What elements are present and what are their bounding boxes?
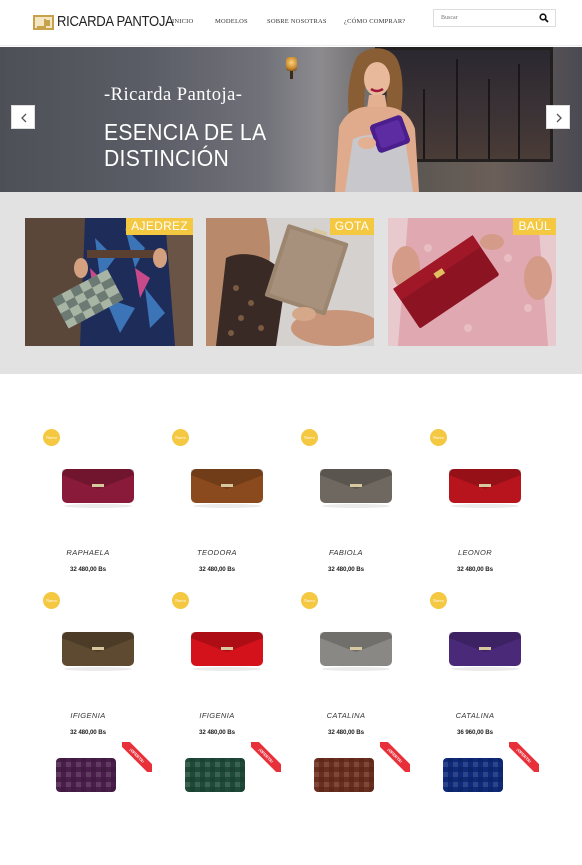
hero-title: ESENCIA DE LA DISTINCIÓN [104,119,267,171]
sale-ribbon-label: ¡OFERTA! [509,742,539,772]
search-input[interactable] [434,10,534,26]
product-price: 32 480,00 Bs [70,729,106,736]
nav-como-comprar[interactable]: ¿CÓMO COMPRAR? [344,18,406,25]
category-card-ajedrez[interactable]: AJEDREZ [25,218,193,346]
hero-slider: -Ricarda Pantoja- ESENCIA DE LA DISTINCI… [0,47,582,192]
product-price: 36 960,00 Bs [457,729,493,736]
nav-inicio[interactable]: INICIO [172,18,193,25]
product-grid: Nuevo RAPHAELA 32 480,00 Bs Nuevo TEODORA 32 … [0,374,582,865]
product-card[interactable]: Nuevo CATALINA 32 480,00 Bs [292,592,412,736]
product-name[interactable]: CATALINA [415,711,535,720]
category-ajedrez-image [25,218,193,346]
new-badge: Nuevo [430,592,447,609]
product-card[interactable]: Nuevo RAPHAELA 32 480,00 Bs [34,429,154,573]
product-card[interactable]: Nuevo IFIGENIA 32 480,00 Bs [34,592,154,736]
product-card[interactable]: ¡OFERTA! [421,742,541,865]
category-gota-image [206,218,374,346]
logo-icon [33,14,54,30]
slider-prev-button[interactable] [11,105,35,129]
product-image[interactable] [433,752,513,796]
sale-ribbon: ¡OFERTA! [122,742,152,772]
new-badge: Nuevo [172,429,189,446]
product-price: 32 480,00 Bs [328,566,364,573]
product-card[interactable]: ¡OFERTA! [163,742,283,865]
product-image[interactable] [175,752,255,796]
hero-model-image [335,48,419,192]
category-label: GOTA [329,218,374,235]
product-image[interactable] [304,752,384,796]
new-badge: Nuevo [43,592,60,609]
sale-ribbon-label: ¡OFERTA! [122,742,152,772]
new-badge: Nuevo [301,429,318,446]
product-name[interactable]: LEONOR [415,548,535,557]
product-name[interactable]: RAPHAELA [28,548,148,557]
product-image[interactable] [445,465,525,509]
new-badge: Nuevo [172,592,189,609]
product-name[interactable]: IFIGENIA [28,711,148,720]
new-badge: Nuevo [430,429,447,446]
category-label: BAÚL [513,218,556,235]
chevron-left-icon [21,113,27,123]
product-card[interactable]: ¡OFERTA! [34,742,154,865]
product-card[interactable]: Nuevo FABIOLA 32 480,00 Bs [292,429,412,573]
product-name[interactable]: CATALINA [286,711,406,720]
product-price: 32 480,00 Bs [328,729,364,736]
logo[interactable]: RICARDA PANTOJA [33,12,187,32]
slider-next-button[interactable] [546,105,570,129]
product-card[interactable]: Nuevo IFIGENIA 32 480,00 Bs [163,592,283,736]
search-box [433,9,556,27]
category-card-gota[interactable]: GOTA [206,218,374,346]
product-card[interactable]: Nuevo TEODORA 32 480,00 Bs [163,429,283,573]
product-name[interactable]: TEODORA [157,548,277,557]
product-card[interactable]: Nuevo CATALINA 36 960,00 Bs [421,592,541,736]
product-name[interactable]: IFIGENIA [157,711,277,720]
product-name[interactable]: FABIOLA [286,548,406,557]
category-section: AJEDREZ GOTA BAÚL [0,192,582,374]
product-price: 32 480,00 Bs [199,566,235,573]
product-image[interactable] [58,465,138,509]
sale-ribbon: ¡OFERTA! [251,742,281,772]
site-header: RICARDA PANTOJA INICIO MODELOS SOBRE NOS… [0,0,582,46]
product-image[interactable] [316,465,396,509]
product-image[interactable] [316,628,396,672]
sale-ribbon-label: ¡OFERTA! [380,742,410,772]
sale-ribbon-label: ¡OFERTA! [251,742,281,772]
nav-sobre-nosotras[interactable]: SOBRE NOSOTRAS [267,18,327,25]
product-price: 32 480,00 Bs [457,566,493,573]
product-image[interactable] [187,628,267,672]
product-price: 32 480,00 Bs [199,729,235,736]
new-badge: Nuevo [301,592,318,609]
product-card[interactable]: Nuevo LEONOR 32 480,00 Bs [421,429,541,573]
product-image[interactable] [46,752,126,796]
category-baul-image [388,218,556,346]
nav-modelos[interactable]: MODELOS [215,18,248,25]
product-image[interactable] [58,628,138,672]
product-price: 32 480,00 Bs [70,566,106,573]
chevron-right-icon [556,113,562,123]
sale-ribbon: ¡OFERTA! [509,742,539,772]
product-card[interactable]: ¡OFERTA! [292,742,412,865]
sale-ribbon: ¡OFERTA! [380,742,410,772]
category-card-baul[interactable]: BAÚL [388,218,556,346]
lamp-image [286,57,297,79]
category-label: AJEDREZ [126,218,193,235]
search-icon[interactable] [539,13,549,23]
product-image[interactable] [187,465,267,509]
new-badge: Nuevo [43,429,60,446]
hero-subtitle: -Ricarda Pantoja- [104,85,243,105]
product-image[interactable] [445,628,525,672]
logo-text: RICARDA PANTOJA [57,14,174,30]
